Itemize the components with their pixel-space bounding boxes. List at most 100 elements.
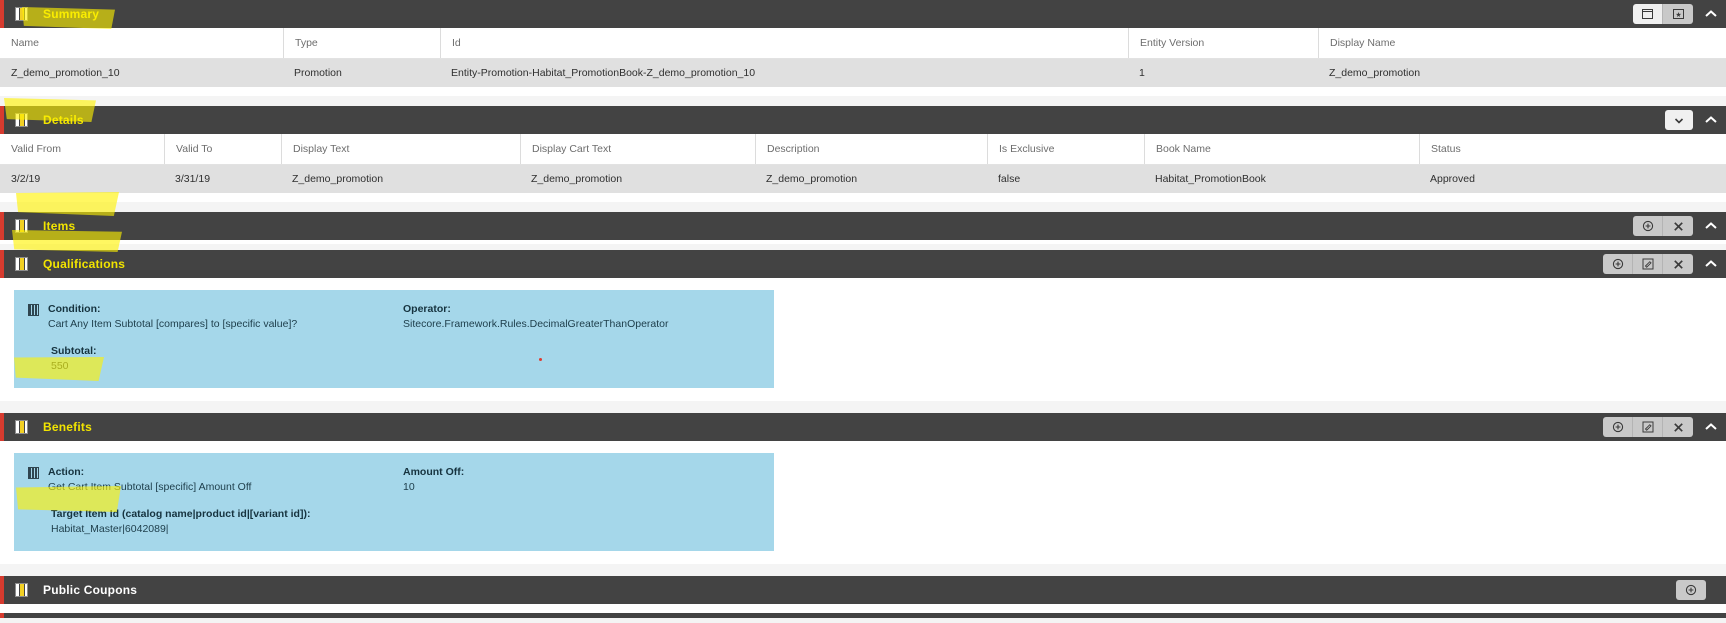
items-toolbar [1633, 216, 1726, 236]
drag-grip-icon [15, 583, 28, 597]
public-coupons-toolbar [1676, 580, 1726, 600]
subtotal-label: Subtotal: [51, 345, 97, 357]
details-cell-status: Approved [1430, 173, 1475, 185]
bottom-section-bar [0, 613, 1726, 618]
delete-icon-button[interactable] [1663, 417, 1693, 437]
details-title: Details [43, 113, 84, 127]
details-col-is-exclusive: Is Exclusive [987, 134, 1144, 164]
drag-grip-icon [15, 113, 28, 127]
details-cell-is-exclusive: false [998, 173, 1021, 185]
benefits-toolbar [1603, 417, 1726, 437]
details-col-valid-from: Valid From [11, 143, 61, 155]
collapse-chevron-icon[interactable] [1704, 418, 1718, 436]
promotion-detail-page: Summary ★ Name Type Id Entity Version Di… [0, 0, 1726, 623]
details-bottom-pad [0, 193, 1726, 202]
qualification-card-top-row: Condition: Cart Any Item Subtotal [compa… [14, 302, 774, 332]
items-body [0, 240, 1726, 244]
delete-icon-button[interactable] [1663, 216, 1693, 236]
section-items: Items [0, 212, 1726, 244]
rule-icon [28, 304, 39, 316]
qualifications-title: Qualifications [43, 257, 126, 271]
action-value: Get Cart Item Subtotal [specific] Amount… [48, 481, 252, 493]
summary-col-type: Type [283, 28, 440, 58]
details-col-description: Description [755, 134, 987, 164]
target-item-id-label: Target Item Id (catalog name|product id|… [51, 508, 311, 520]
amount-off-field: Amount Off: 10 [403, 465, 464, 495]
add-icon-button[interactable] [1603, 417, 1633, 437]
benefits-title: Benefits [43, 420, 92, 434]
summary-cell-id: Entity-Promotion-Habitat_PromotionBook-Z… [451, 67, 756, 79]
drag-grip-icon [15, 7, 28, 21]
gap-5 [0, 564, 1726, 576]
operator-label: Operator: [403, 303, 451, 315]
details-col-display-text: Display Text [281, 134, 520, 164]
edit-icon-button[interactable] [1633, 417, 1663, 437]
qualifications-body: Condition: Cart Any Item Subtotal [compa… [0, 278, 1726, 401]
window-star-icon-button[interactable]: ★ [1663, 4, 1693, 24]
collapse-chevron-icon[interactable] [1704, 255, 1718, 273]
section-qualifications: Qualifications Condition: Cart Any Item … [0, 250, 1726, 401]
section-benefits: Benefits Action: Get Cart Item Subtotal … [0, 413, 1726, 564]
gap-4 [0, 401, 1726, 413]
details-cell-valid-from: 3/2/19 [11, 173, 41, 185]
details-col-display-cart-text: Display Cart Text [520, 134, 755, 164]
public-coupons-header: Public Coupons [0, 576, 1726, 604]
details-cell-book-name: Habitat_PromotionBook [1155, 173, 1266, 185]
benefits-header: Benefits [0, 413, 1726, 441]
details-cell-display-text: Z_demo_promotion [292, 173, 384, 185]
dropdown-caret-icon-button[interactable] [1665, 110, 1693, 130]
summary-toolbar: ★ [1633, 4, 1726, 24]
summary-grid: Name Type Id Entity Version Display Name… [0, 28, 1726, 96]
summary-table-row[interactable]: Z_demo_promotion_10 Promotion Entity-Pro… [0, 59, 1726, 87]
details-cell-description: Z_demo_promotion [766, 173, 858, 185]
collapse-chevron-icon[interactable] [1704, 5, 1718, 23]
summary-cell-entity-version: 1 [1139, 67, 1145, 79]
details-table-row[interactable]: 3/2/19 3/31/19 Z_demo_promotion Z_demo_p… [0, 165, 1726, 193]
qualification-card[interactable]: Condition: Cart Any Item Subtotal [compa… [14, 290, 774, 388]
condition-field: Condition: Cart Any Item Subtotal [compa… [14, 302, 403, 332]
details-col-book-name: Book Name [1144, 134, 1419, 164]
target-item-id-value: Habitat_Master|6042089| [51, 523, 169, 535]
action-field: Action: Get Cart Item Subtotal [specific… [14, 465, 403, 495]
section-details: Details Valid From Valid To Display Text… [0, 106, 1726, 202]
operator-value: Sitecore.Framework.Rules.DecimalGreaterT… [403, 318, 669, 330]
details-toolbar [1665, 110, 1726, 130]
add-icon-button[interactable] [1603, 254, 1633, 274]
items-title: Items [43, 219, 76, 233]
details-header: Details [0, 106, 1726, 134]
section-public-coupons: Public Coupons [0, 576, 1726, 618]
summary-grid-header: Name Type Id Entity Version Display Name [0, 28, 1726, 59]
window-icon-button[interactable] [1633, 4, 1663, 24]
action-label: Action: [48, 466, 85, 478]
summary-header: Summary ★ [0, 0, 1726, 28]
details-col-valid-to: Valid To [164, 134, 281, 164]
condition-value: Cart Any Item Subtotal [compares] to [sp… [48, 318, 298, 330]
delete-icon-button[interactable] [1663, 254, 1693, 274]
operator-field: Operator: Sitecore.Framework.Rules.Decim… [403, 302, 669, 332]
page-footer [0, 618, 1726, 623]
section-summary: Summary ★ Name Type Id Entity Version Di… [0, 0, 1726, 96]
subtotal-field: Subtotal: 550 [14, 332, 774, 374]
summary-title: Summary [43, 7, 100, 21]
details-grid-header: Valid From Valid To Display Text Display… [0, 134, 1726, 165]
collapse-chevron-icon[interactable] [1704, 217, 1718, 235]
public-coupons-body [0, 604, 1726, 613]
summary-bottom-pad [0, 87, 1726, 96]
target-item-id-field: Target Item Id (catalog name|product id|… [14, 495, 774, 537]
gap-2 [0, 202, 1726, 212]
details-cell-valid-to: 3/31/19 [175, 173, 211, 185]
amount-off-value: 10 [403, 481, 415, 493]
benefit-card[interactable]: Action: Get Cart Item Subtotal [specific… [14, 453, 774, 551]
drag-grip-icon [15, 219, 28, 233]
add-icon-button[interactable] [1633, 216, 1663, 236]
details-grid: Valid From Valid To Display Text Display… [0, 134, 1726, 202]
qualifications-toolbar [1603, 254, 1726, 274]
collapse-chevron-icon[interactable] [1704, 111, 1718, 129]
drag-grip-icon [15, 257, 28, 271]
drag-grip-icon [15, 420, 28, 434]
add-icon-button[interactable] [1676, 580, 1706, 600]
edit-icon-button[interactable] [1633, 254, 1663, 274]
summary-col-id: Id [440, 28, 1128, 58]
details-cell-display-cart-text: Z_demo_promotion [531, 173, 623, 185]
benefits-body: Action: Get Cart Item Subtotal [specific… [0, 441, 1726, 564]
